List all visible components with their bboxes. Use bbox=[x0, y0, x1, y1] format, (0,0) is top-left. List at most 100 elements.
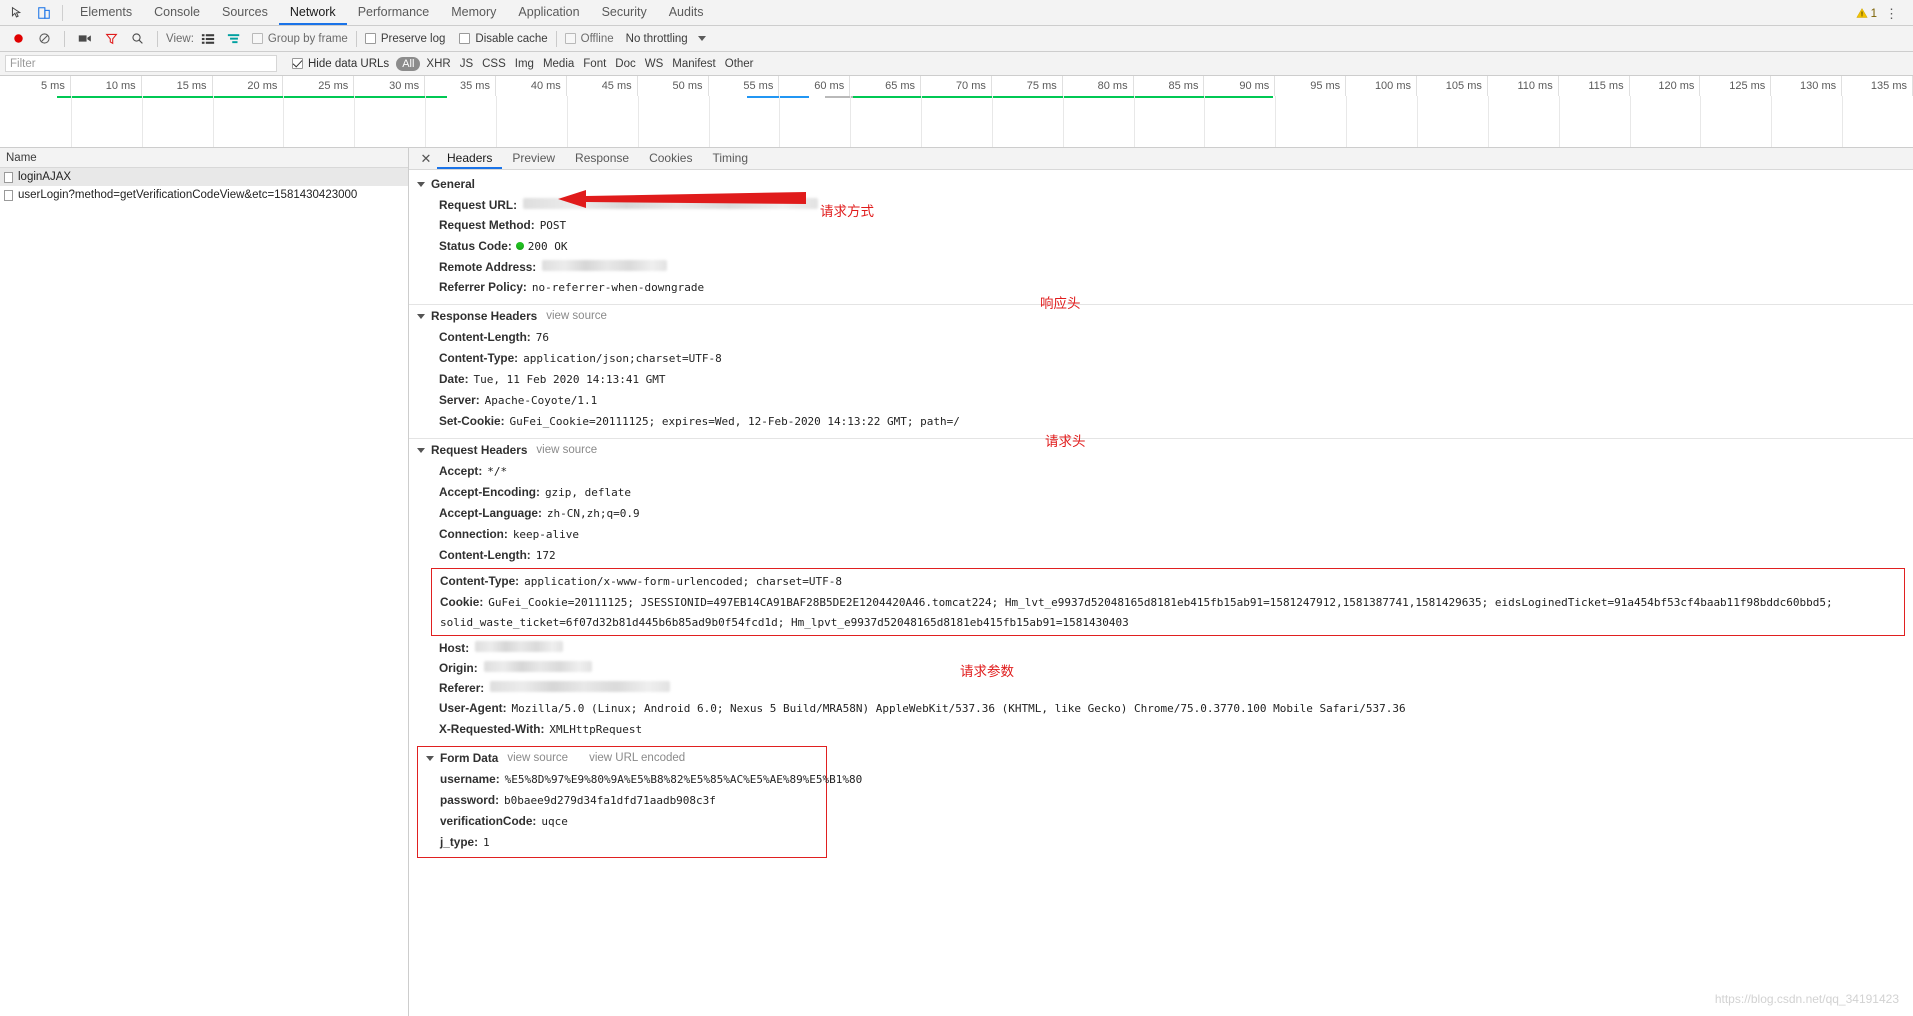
field-value: uqce bbox=[541, 815, 568, 828]
response-header-row: Content-Length: 76 bbox=[409, 327, 1913, 348]
capture-screenshots-icon[interactable] bbox=[73, 28, 97, 50]
field-key: X-Requested-With: bbox=[439, 722, 545, 736]
group-by-frame-checkbox[interactable] bbox=[251, 33, 263, 44]
field-key: Server: bbox=[439, 393, 480, 407]
hide-data-urls-option[interactable]: Hide data URLs bbox=[292, 58, 389, 70]
list-view-icon[interactable] bbox=[196, 28, 220, 50]
preserve-log-checkbox[interactable] bbox=[364, 33, 376, 44]
view-source-link[interactable]: view source bbox=[507, 752, 568, 764]
request-list-pane: Name loginAJAX userLogin?method=getVerif… bbox=[0, 148, 409, 1016]
field-key: Referer: bbox=[439, 681, 485, 695]
general-row-remote-address: Remote Address: bbox=[409, 257, 1913, 277]
devtools-tabbar: Elements Console Sources Network Perform… bbox=[0, 0, 1913, 26]
chevron-down-icon[interactable] bbox=[697, 36, 706, 41]
section-response-headers[interactable]: Response Headers view source bbox=[409, 304, 1913, 327]
view-source-link[interactable]: view source bbox=[536, 444, 597, 456]
clear-button-icon[interactable] bbox=[32, 28, 56, 50]
search-icon[interactable] bbox=[125, 28, 149, 50]
preserve-log-option[interactable]: Preserve log bbox=[364, 32, 446, 45]
offline-label: Offline bbox=[580, 32, 614, 45]
filter-input[interactable]: Filter bbox=[5, 55, 277, 72]
request-header-row-x-requested-with: X-Requested-With: XMLHttpRequest bbox=[409, 719, 1913, 740]
timeline-tick: 30 ms bbox=[354, 76, 426, 96]
inspect-element-icon[interactable] bbox=[2, 0, 30, 25]
tab-sources[interactable]: Sources bbox=[211, 0, 279, 25]
hide-data-urls-checkbox[interactable] bbox=[292, 58, 303, 69]
filter-type-ws[interactable]: WS bbox=[645, 58, 664, 70]
view-url-encoded-link[interactable]: view URL encoded bbox=[589, 752, 685, 764]
tab-elements[interactable]: Elements bbox=[69, 0, 143, 25]
field-key: username: bbox=[440, 772, 500, 786]
filter-type-list: XHR JS CSS Img Media Font Doc WS Manifes… bbox=[426, 58, 753, 70]
field-key: Accept: bbox=[439, 464, 483, 478]
tab-application[interactable]: Application bbox=[507, 0, 590, 25]
request-row-loginajax[interactable]: loginAJAX bbox=[0, 168, 408, 186]
preserve-log-label: Preserve log bbox=[380, 32, 446, 45]
filter-type-manifest[interactable]: Manifest bbox=[672, 58, 715, 70]
document-icon bbox=[4, 189, 13, 201]
request-name: userLogin?method=getVerificationCodeView… bbox=[18, 189, 358, 201]
field-value: Mozilla/5.0 (Linux; Android 6.0; Nexus 5… bbox=[511, 702, 1406, 715]
form-data-row-j-type: j_type: 1 bbox=[418, 832, 826, 853]
request-row-userlogin[interactable]: userLogin?method=getVerificationCodeView… bbox=[0, 186, 408, 204]
filter-type-img[interactable]: Img bbox=[515, 58, 534, 70]
timeline-tick: 25 ms bbox=[283, 76, 355, 96]
close-icon[interactable]: ✕ bbox=[415, 148, 437, 169]
filter-type-xhr[interactable]: XHR bbox=[426, 58, 450, 70]
section-form-data[interactable]: Form Data view source view URL encoded bbox=[418, 747, 826, 769]
detail-tab-response[interactable]: Response bbox=[565, 148, 639, 169]
section-request-headers[interactable]: Request Headers view source bbox=[409, 438, 1913, 461]
filter-funnel-icon[interactable] bbox=[99, 28, 123, 50]
waterfall-view-icon[interactable] bbox=[222, 28, 246, 50]
toolbar-divider bbox=[62, 5, 63, 21]
detail-tab-cookies[interactable]: Cookies bbox=[639, 148, 702, 169]
disable-cache-option[interactable]: Disable cache bbox=[459, 33, 548, 45]
offline-checkbox[interactable] bbox=[564, 33, 576, 44]
response-header-row: Date: Tue, 11 Feb 2020 14:13:41 GMT bbox=[409, 369, 1913, 390]
group-by-frame-option[interactable]: Group by frame bbox=[251, 32, 348, 45]
filter-type-all[interactable]: All bbox=[396, 56, 421, 71]
group-by-frame-label: Group by frame bbox=[267, 32, 348, 45]
device-toolbar-icon[interactable] bbox=[30, 0, 58, 25]
filter-type-other[interactable]: Other bbox=[725, 58, 754, 70]
field-value: b0baee9d279d34fa1dfd71aadb908c3f bbox=[504, 794, 716, 807]
detail-tab-timing[interactable]: Timing bbox=[702, 148, 758, 169]
tab-performance[interactable]: Performance bbox=[347, 0, 441, 25]
request-header-row-cookie: Cookie: GuFei_Cookie=20111125; JSESSIONI… bbox=[432, 592, 1904, 613]
filter-type-doc[interactable]: Doc bbox=[615, 58, 635, 70]
annotation-request-method: 请求方式 bbox=[820, 204, 874, 220]
tabbar-right-group: 1 ⋮ bbox=[1855, 6, 1913, 25]
more-options-icon[interactable]: ⋮ bbox=[1877, 6, 1907, 22]
field-value: 1 bbox=[483, 836, 490, 849]
tab-audits[interactable]: Audits bbox=[658, 0, 715, 25]
field-value: Tue, 11 Feb 2020 14:13:41 GMT bbox=[473, 373, 666, 386]
warning-badge[interactable]: 1 bbox=[1855, 7, 1877, 22]
network-overview[interactable]: 5 ms 10 ms 15 ms 20 ms 25 ms 30 ms 35 ms 40 ms 4… bbox=[0, 76, 1913, 148]
tab-console[interactable]: Console bbox=[143, 0, 211, 25]
detail-tab-preview[interactable]: Preview bbox=[502, 148, 565, 169]
view-source-link[interactable]: view source bbox=[546, 310, 607, 322]
field-value: application/x-www-form-urlencoded; chars… bbox=[524, 575, 842, 588]
disable-cache-checkbox[interactable] bbox=[459, 33, 471, 44]
offline-option[interactable]: Offline bbox=[564, 32, 614, 45]
tab-network[interactable]: Network bbox=[278, 0, 347, 25]
request-detail-pane: ✕ Headers Preview Response Cookies Timin… bbox=[409, 148, 1913, 1016]
filter-type-js[interactable]: JS bbox=[460, 58, 473, 70]
tab-memory[interactable]: Memory bbox=[440, 0, 507, 25]
request-list-header-name[interactable]: Name bbox=[0, 148, 408, 168]
annotation-request-headers: 请求头 bbox=[1045, 434, 1086, 450]
timeline-gridline bbox=[1842, 96, 1844, 147]
detail-tab-headers[interactable]: Headers bbox=[437, 148, 503, 169]
request-header-row-content-type: Content-Type: application/x-www-form-url… bbox=[432, 571, 1904, 592]
record-button-icon[interactable] bbox=[6, 28, 30, 50]
timeline-tick: 85 ms bbox=[1134, 76, 1205, 96]
request-name: loginAJAX bbox=[18, 171, 72, 183]
headers-body: General Request URL: Request Method: POS… bbox=[409, 170, 1913, 1016]
field-key: Accept-Encoding: bbox=[439, 485, 540, 499]
tab-security[interactable]: Security bbox=[591, 0, 658, 25]
field-key: Date: bbox=[439, 372, 469, 386]
filter-type-media[interactable]: Media bbox=[543, 58, 574, 70]
throttling-label[interactable]: No throttling bbox=[626, 33, 688, 45]
filter-type-font[interactable]: Font bbox=[583, 58, 606, 70]
filter-type-css[interactable]: CSS bbox=[482, 58, 506, 70]
